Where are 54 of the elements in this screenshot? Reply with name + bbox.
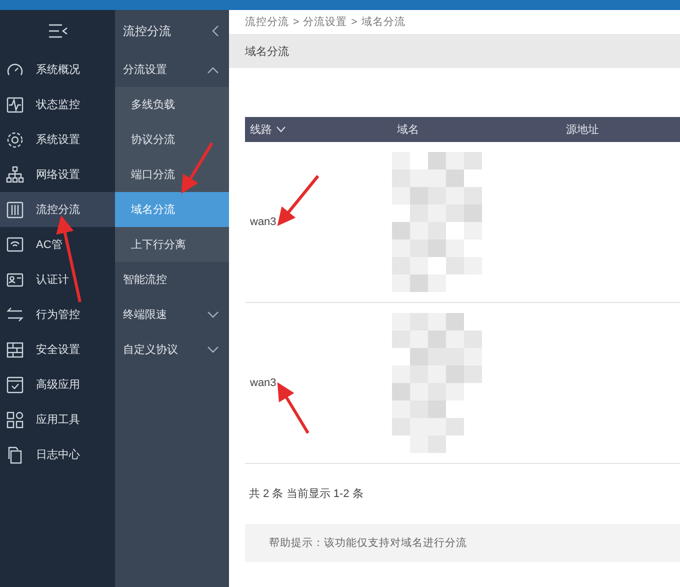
table-cell: wan3 <box>250 216 276 228</box>
annotation-arrow <box>277 382 310 434</box>
apps-icon <box>6 410 24 428</box>
annotation-arrow <box>277 175 320 226</box>
submenu-group[interactable]: 终端限速 <box>115 297 229 332</box>
column-header[interactable]: 线路 <box>250 122 272 137</box>
submenu-title: 流控分流 <box>123 22 171 40</box>
annotation-arrow <box>181 142 214 194</box>
sidebar-item[interactable]: 安全设置 <box>0 332 115 367</box>
submenu-item[interactable]: 端口分流 <box>115 157 229 192</box>
page-title: 域名分流 <box>245 44 289 58</box>
record-count: 共 2 条 当前显示 1-2 条 <box>249 487 364 501</box>
breadcrumb-link[interactable]: 域名分流 <box>361 15 406 29</box>
sidebar-item[interactable]: 状态监控 <box>0 87 115 122</box>
pulse-icon <box>6 96 24 114</box>
column-header: 域名 <box>397 123 419 137</box>
sidebar-item[interactable]: 系统设置 <box>0 122 115 157</box>
check-icon <box>6 376 24 394</box>
chevron-down-icon <box>207 310 219 318</box>
sidebar-item[interactable]: 认证计 <box>0 262 115 297</box>
chevron-up-icon <box>207 66 219 74</box>
docs-icon <box>6 446 24 464</box>
sidebar-item[interactable]: 行为管控 <box>0 297 115 332</box>
sidebar-item[interactable]: 应用工具 <box>0 402 115 437</box>
sidebar-item[interactable]: 流控分流 <box>0 192 115 227</box>
column-header: 源地址 <box>566 123 599 137</box>
sidebar-item[interactable]: AC管 <box>0 227 115 262</box>
submenu-group[interactable]: 分流设置 <box>115 52 229 87</box>
chevron-down-icon <box>207 346 219 354</box>
breadcrumb-separator: > <box>293 16 300 28</box>
gear-icon <box>6 130 24 148</box>
breadcrumb-link[interactable]: 流控分流 <box>245 15 289 29</box>
sidebar-item[interactable]: 高级应用 <box>0 367 115 402</box>
submenu-item[interactable]: 多线负载 <box>115 87 229 122</box>
idcard-icon <box>6 270 24 288</box>
sliders-icon <box>6 200 24 218</box>
collapse-chevron-icon[interactable] <box>211 25 219 37</box>
breadcrumb-link[interactable]: 分流设置 <box>303 15 348 29</box>
sidebar-item[interactable]: 系统概况 <box>0 52 115 87</box>
wifi-icon <box>6 236 24 254</box>
menu-collapse-icon[interactable] <box>48 24 68 38</box>
breadcrumb-separator: > <box>351 16 358 28</box>
help-tip: 帮助提示：该功能仅支持对域名进行分流 <box>269 536 467 550</box>
swap-icon <box>6 306 24 324</box>
submenu-item[interactable]: 上下行分离 <box>115 227 229 262</box>
submenu-item[interactable]: 智能流控 <box>115 262 229 297</box>
sitemap-icon <box>6 166 24 184</box>
wall-icon <box>6 340 24 358</box>
table-cell: wan3 <box>250 377 276 389</box>
sidebar-item[interactable]: 网络设置 <box>0 157 115 192</box>
submenu-group[interactable]: 自定义协议 <box>115 332 229 367</box>
chevron-down-icon[interactable] <box>276 126 286 133</box>
sidebar-item[interactable]: 日志中心 <box>0 437 115 472</box>
submenu-item[interactable]: 协议分流 <box>115 122 229 157</box>
